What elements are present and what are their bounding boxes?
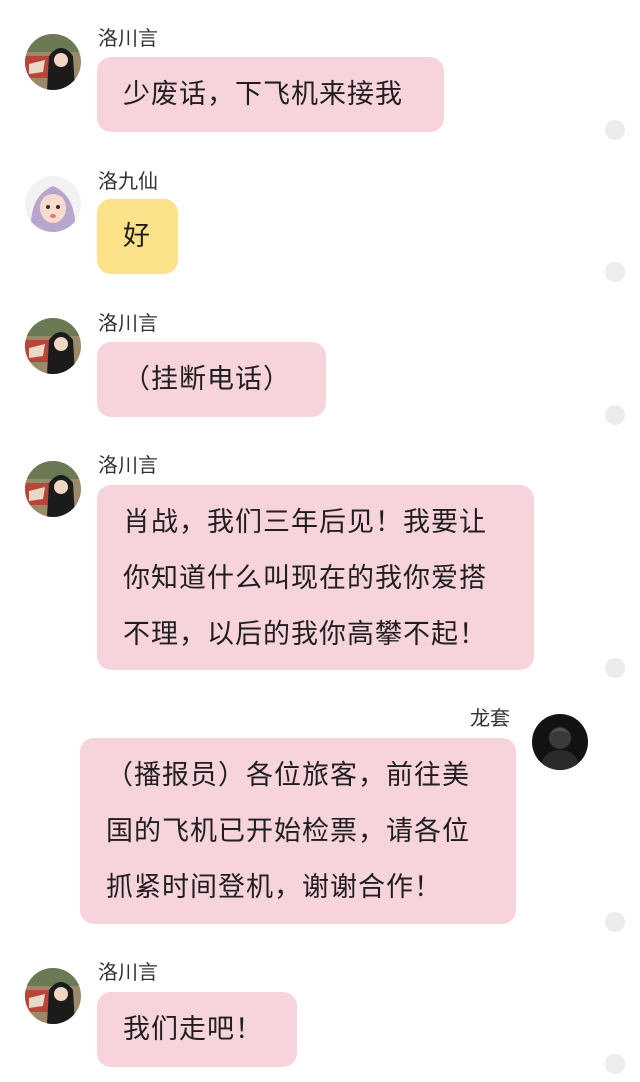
avatar[interactable] [25, 461, 81, 517]
sender-name: 洛川言 [98, 960, 158, 984]
girl-dark-hair-avatar [25, 34, 81, 90]
message-text: 肖战，我们三年后见！我要让 [123, 507, 487, 538]
message-text: 少废话，下飞机来接我 [123, 79, 403, 110]
sender-name: 龙套 [470, 706, 510, 730]
avatar[interactable] [532, 714, 588, 770]
message-text: 你知道什么叫现在的我你爱搭 [123, 563, 487, 594]
message-bubble[interactable]: （播报员）各位旅客，前往美 国的飞机已开始检票，请各位 抓紧时间登机，谢谢合作！ [80, 738, 516, 924]
read-indicator [605, 120, 625, 140]
avatar[interactable] [25, 968, 81, 1024]
girl-dark-hair-avatar [25, 318, 81, 374]
read-indicator [605, 912, 625, 932]
sender-name: 洛川言 [98, 311, 158, 335]
message-text: 抓紧时间登机，谢谢合作！ [106, 872, 442, 903]
message-bubble[interactable]: 少废话，下飞机来接我 [97, 57, 444, 132]
girl-dark-hair-avatar [25, 968, 81, 1024]
read-indicator [605, 658, 625, 678]
message-bubble[interactable]: 肖战，我们三年后见！我要让 你知道什么叫现在的我你爱搭 不理，以后的我你高攀不起… [97, 485, 534, 670]
avatar[interactable] [25, 318, 81, 374]
dark-silhouette-avatar [532, 714, 588, 770]
sender-name: 洛川言 [98, 26, 158, 50]
read-indicator [605, 1054, 625, 1074]
message-text: 国的飞机已开始检票，请各位 [106, 816, 470, 847]
sender-name: 洛川言 [98, 453, 158, 477]
message-text: 我们走吧！ [123, 1014, 263, 1045]
read-indicator [605, 405, 625, 425]
message-text: 不理，以后的我你高攀不起！ [123, 619, 487, 650]
avatar[interactable] [25, 34, 81, 90]
message-bubble[interactable]: （挂断电话） [97, 342, 326, 417]
message-text: （播报员）各位旅客，前往美 [106, 760, 470, 791]
message-text: （挂断电话） [123, 364, 291, 395]
girl-dark-hair-avatar [25, 461, 81, 517]
message-bubble[interactable]: 好 [97, 199, 178, 274]
message-text: 好 [123, 221, 151, 252]
avatar[interactable] [25, 176, 81, 232]
read-indicator [605, 262, 625, 282]
chat-transcript: 洛川言 少废话，下飞机来接我 洛九仙 好 洛川言 （挂断电话） 洛川言 肖战，我… [0, 0, 640, 1082]
message-bubble[interactable]: 我们走吧！ [97, 992, 297, 1067]
girl-purple-hair-avatar [25, 176, 81, 232]
sender-name: 洛九仙 [98, 169, 158, 193]
